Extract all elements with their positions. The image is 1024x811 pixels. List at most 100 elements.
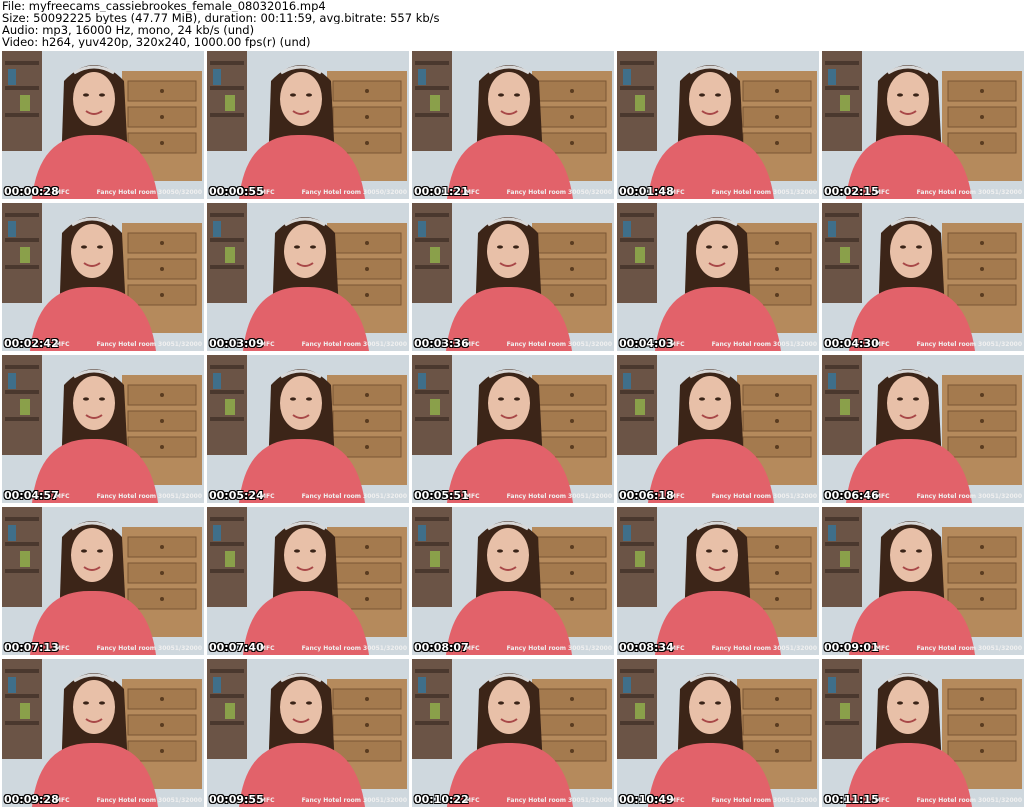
video-thumbnail[interactable]: 00:04:57 MFC Fancy Hotel room 30051/32000 xyxy=(2,355,204,503)
webcam-frame-image xyxy=(207,659,409,807)
webcam-frame-image xyxy=(617,355,819,503)
video-thumbnail[interactable]: 00:03:36 MFC Fancy Hotel room 30051/32000 xyxy=(412,203,614,351)
file-info-header: File: myfreecams_cassiebrookes_female_08… xyxy=(0,0,1024,50)
webcam-frame-image xyxy=(412,659,614,807)
mfc-watermark: MFC xyxy=(260,189,275,196)
webcam-frame-image xyxy=(207,51,409,199)
video-thumbnail[interactable]: 00:10:49 MFC Fancy Hotel room 30051/32000 xyxy=(617,659,819,807)
mfc-watermark: MFC xyxy=(55,493,70,500)
webcam-frame-image xyxy=(2,203,204,351)
video-thumbnail[interactable]: 00:09:01 MFC Fancy Hotel room 30051/32000 xyxy=(822,507,1024,655)
webcam-frame-image xyxy=(822,659,1024,807)
timestamp-label: 00:02:15 xyxy=(824,185,879,198)
video-line: Video: h264, yuv420p, 320x240, 1000.00 f… xyxy=(2,36,311,48)
room-overlay-text: Fancy Hotel room 30051/32000 xyxy=(711,797,817,804)
mfc-watermark: MFC xyxy=(875,493,890,500)
room-overlay-text: Fancy Hotel room 30050/32000 xyxy=(301,189,407,196)
mfc-watermark: MFC xyxy=(670,797,685,804)
timestamp-label: 00:08:34 xyxy=(619,641,674,654)
room-overlay-text: Fancy Hotel room 30051/32000 xyxy=(711,189,817,196)
mfc-watermark: MFC xyxy=(465,797,480,804)
room-overlay-text: Fancy Hotel room 30051/32000 xyxy=(711,645,817,652)
timestamp-label: 00:09:01 xyxy=(824,641,879,654)
webcam-frame-image xyxy=(2,659,204,807)
video-thumbnail[interactable]: 00:05:24 MFC Fancy Hotel room 30051/32000 xyxy=(207,355,409,503)
mfc-watermark: MFC xyxy=(55,341,70,348)
room-overlay-text: Fancy Hotel room 30051/32000 xyxy=(916,189,1022,196)
video-thumbnail[interactable]: 00:10:22 MFC Fancy Hotel room 30051/32000 xyxy=(412,659,614,807)
room-overlay-text: Fancy Hotel room 30051/32000 xyxy=(506,797,612,804)
webcam-frame-image xyxy=(412,51,614,199)
webcam-frame-image xyxy=(617,51,819,199)
timestamp-label: 00:07:13 xyxy=(4,641,59,654)
video-thumbnail[interactable]: 00:09:28 MFC Fancy Hotel room 30051/32000 xyxy=(2,659,204,807)
video-thumbnail[interactable]: 00:06:18 MFC Fancy Hotel room 30051/32000 xyxy=(617,355,819,503)
video-thumbnail[interactable]: 00:01:48 MFC Fancy Hotel room 30051/32000 xyxy=(617,51,819,199)
webcam-frame-image xyxy=(822,355,1024,503)
video-thumbnail[interactable]: 00:02:15 MFC Fancy Hotel room 30051/32000 xyxy=(822,51,1024,199)
timestamp-label: 00:03:36 xyxy=(414,337,469,350)
webcam-frame-image xyxy=(617,507,819,655)
timestamp-label: 00:10:22 xyxy=(414,793,469,806)
mfc-watermark: MFC xyxy=(465,189,480,196)
room-overlay-text: Fancy Hotel room 30051/32000 xyxy=(711,493,817,500)
file-name-line: File: myfreecams_cassiebrookes_female_08… xyxy=(2,0,326,12)
room-overlay-text: Fancy Hotel room 30051/32000 xyxy=(301,341,407,348)
timestamp-label: 00:10:49 xyxy=(619,793,674,806)
video-thumbnail[interactable]: 00:07:40 MFC Fancy Hotel room 30051/32000 xyxy=(207,507,409,655)
webcam-frame-image xyxy=(207,203,409,351)
video-thumbnail[interactable]: 00:02:42 MFC Fancy Hotel room 30051/32000 xyxy=(2,203,204,351)
timestamp-label: 00:00:28 xyxy=(4,185,59,198)
room-overlay-text: Fancy Hotel room 30051/32000 xyxy=(506,493,612,500)
thumbnail-grid: 00:00:28 MFC Fancy Hotel room 30050/32000 0… xyxy=(2,51,1024,808)
video-thumbnail[interactable]: 00:00:28 MFC Fancy Hotel room 30050/32000 xyxy=(2,51,204,199)
webcam-frame-image xyxy=(822,507,1024,655)
timestamp-label: 00:07:40 xyxy=(209,641,264,654)
timestamp-label: 00:09:55 xyxy=(209,793,264,806)
webcam-frame-image xyxy=(412,203,614,351)
mfc-watermark: MFC xyxy=(260,645,275,652)
video-thumbnail[interactable]: 00:08:34 MFC Fancy Hotel room 30051/32000 xyxy=(617,507,819,655)
video-thumbnail[interactable]: 00:03:09 MFC Fancy Hotel room 30051/32000 xyxy=(207,203,409,351)
mfc-watermark: MFC xyxy=(55,645,70,652)
webcam-frame-image xyxy=(617,203,819,351)
video-thumbnail[interactable]: 00:07:13 MFC Fancy Hotel room 30051/32000 xyxy=(2,507,204,655)
mfc-watermark: MFC xyxy=(465,493,480,500)
room-overlay-text: Fancy Hotel room 30051/32000 xyxy=(506,341,612,348)
video-thumbnail[interactable]: 00:01:21 MFC Fancy Hotel room 30050/32000 xyxy=(412,51,614,199)
mfc-watermark: MFC xyxy=(875,797,890,804)
room-overlay-text: Fancy Hotel room 30051/32000 xyxy=(96,493,202,500)
timestamp-label: 00:05:24 xyxy=(209,489,264,502)
video-thumbnail[interactable]: 00:05:51 MFC Fancy Hotel room 30051/32000 xyxy=(412,355,614,503)
webcam-frame-image xyxy=(207,507,409,655)
timestamp-label: 00:01:21 xyxy=(414,185,469,198)
room-overlay-text: Fancy Hotel room 30050/32000 xyxy=(506,189,612,196)
room-overlay-text: Fancy Hotel room 30051/32000 xyxy=(916,797,1022,804)
video-thumbnail[interactable]: 00:06:46 MFC Fancy Hotel room 30051/32000 xyxy=(822,355,1024,503)
webcam-frame-image xyxy=(2,355,204,503)
timestamp-label: 00:06:18 xyxy=(619,489,674,502)
mfc-watermark: MFC xyxy=(875,189,890,196)
video-thumbnail[interactable]: 00:09:55 MFC Fancy Hotel room 30051/32000 xyxy=(207,659,409,807)
room-overlay-text: Fancy Hotel room 30051/32000 xyxy=(96,341,202,348)
room-overlay-text: Fancy Hotel room 30051/32000 xyxy=(916,645,1022,652)
video-thumbnail[interactable]: 00:04:03 MFC Fancy Hotel room 30051/32000 xyxy=(617,203,819,351)
size-line: Size: 50092225 bytes (47.77 MiB), durati… xyxy=(2,12,440,24)
video-thumbnail[interactable]: 00:04:30 MFC Fancy Hotel room 30051/32000 xyxy=(822,203,1024,351)
mfc-watermark: MFC xyxy=(465,645,480,652)
room-overlay-text: Fancy Hotel room 30051/32000 xyxy=(506,645,612,652)
webcam-frame-image xyxy=(207,355,409,503)
timestamp-label: 00:04:30 xyxy=(824,337,879,350)
video-thumbnail[interactable]: 00:11:15 MFC Fancy Hotel room 30051/32000 xyxy=(822,659,1024,807)
video-thumbnail[interactable]: 00:08:07 MFC Fancy Hotel room 30051/32000 xyxy=(412,507,614,655)
mfc-watermark: MFC xyxy=(670,493,685,500)
mfc-watermark: MFC xyxy=(465,341,480,348)
webcam-frame-image xyxy=(822,51,1024,199)
webcam-frame-image xyxy=(412,355,614,503)
mfc-watermark: MFC xyxy=(670,189,685,196)
video-thumbnail[interactable]: 00:00:55 MFC Fancy Hotel room 30050/32000 xyxy=(207,51,409,199)
room-overlay-text: Fancy Hotel room 30051/32000 xyxy=(916,341,1022,348)
mfc-watermark: MFC xyxy=(55,189,70,196)
webcam-frame-image xyxy=(617,659,819,807)
timestamp-label: 00:03:09 xyxy=(209,337,264,350)
